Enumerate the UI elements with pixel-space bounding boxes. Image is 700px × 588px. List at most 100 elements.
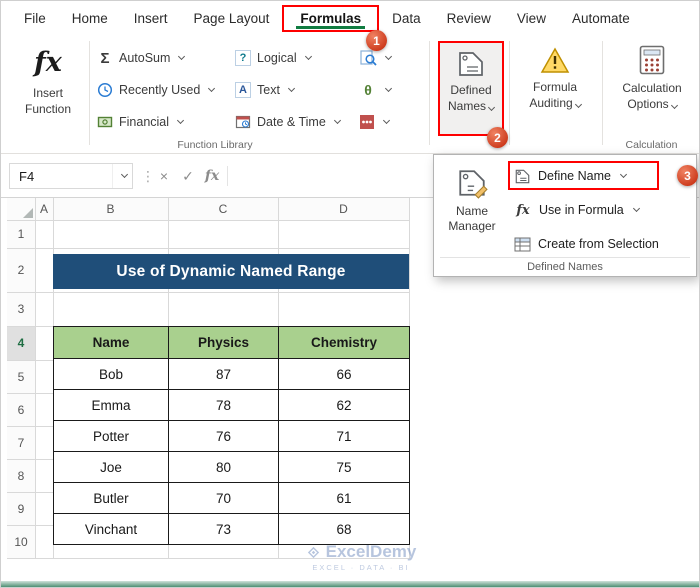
cell-chemistry[interactable]: 61 [278, 482, 410, 514]
math-trig-button[interactable]: θ [359, 76, 409, 104]
row-header-6[interactable]: 6 [7, 393, 35, 426]
row-header-8[interactable]: 8 [7, 459, 35, 492]
cell-physics[interactable]: 70 [168, 482, 279, 514]
name-tag-icon [515, 169, 530, 183]
defined-names-button[interactable]: Defined Names [438, 41, 504, 136]
financial-button[interactable]: Financial [97, 108, 227, 136]
autosum-button[interactable]: Σ AutoSum [97, 44, 227, 72]
name-box[interactable]: F4 [9, 163, 133, 189]
ribbon: fx Insert Function Σ AutoSum Recently Us… [1, 35, 699, 154]
table-row: Potter 76 71 [53, 420, 410, 452]
chevron-down-icon [384, 52, 393, 61]
row-header-10[interactable]: 10 [7, 525, 35, 558]
tab-review[interactable]: Review [434, 5, 504, 32]
text-button[interactable]: A Text [235, 76, 351, 104]
tab-automate[interactable]: Automate [559, 5, 643, 32]
insert-function-fx-button[interactable]: fx [201, 163, 223, 189]
cell-name[interactable]: Vinchant [53, 513, 169, 545]
cancel-button[interactable]: × [153, 163, 175, 189]
date-time-button[interactable]: Date & Time [235, 108, 351, 136]
cell-name[interactable]: Bob [53, 358, 169, 390]
use-in-formula-item[interactable]: fx Use in Formula [514, 197, 640, 223]
callout-step-2: 2 [487, 127, 508, 148]
defined-names-group-label: Defined Names [527, 261, 603, 273]
row-header-2[interactable]: 2 [7, 248, 35, 292]
name-manager-icon [459, 170, 488, 199]
cell-name[interactable]: Butler [53, 482, 169, 514]
insert-function-button[interactable]: fx Insert Function [13, 43, 83, 117]
ribbon-tab-bar: File Home Insert Page Layout Formulas Da… [1, 1, 699, 35]
tab-formulas[interactable]: Formulas [282, 4, 380, 32]
calculator-icon [639, 45, 665, 75]
select-all-corner[interactable] [7, 198, 35, 220]
defined-names-label: Defined Names [440, 83, 502, 114]
cell-physics[interactable]: 78 [168, 389, 279, 421]
title-banner[interactable]: Use of Dynamic Named Range [53, 254, 409, 289]
banknote-icon [97, 116, 113, 128]
tab-insert[interactable]: Insert [121, 5, 181, 32]
financial-label: Financial [119, 115, 170, 129]
calculation-options-button[interactable]: Calculation Options [609, 45, 695, 112]
more-functions-icon [360, 115, 374, 129]
create-from-selection-item[interactable]: Create from Selection [514, 231, 659, 257]
row-header-5[interactable]: 5 [7, 360, 35, 393]
row-header-7[interactable]: 7 [7, 426, 35, 459]
cell-physics[interactable]: 87 [168, 358, 279, 390]
row-header-4[interactable]: 4 [7, 326, 35, 360]
table-header-physics[interactable]: Physics [168, 326, 279, 359]
row-header-9[interactable]: 9 [7, 492, 35, 525]
cell-physics[interactable]: 73 [168, 513, 279, 545]
tab-file[interactable]: File [11, 5, 59, 32]
cell-physics[interactable]: 80 [168, 451, 279, 483]
chevron-down-icon [487, 103, 496, 111]
table-row: Bob 87 66 [53, 358, 410, 390]
chevron-down-icon [208, 84, 216, 93]
cell-name[interactable]: Potter [53, 420, 169, 452]
column-header-a[interactable]: A [35, 198, 53, 220]
chevron-down-icon [670, 101, 678, 109]
group-separator [509, 41, 510, 145]
cell-name[interactable]: Joe [53, 451, 169, 483]
more-functions-button[interactable] [359, 108, 409, 136]
chevron-down-icon [178, 52, 186, 61]
logical-button[interactable]: ? Logical [235, 44, 351, 72]
cell-chemistry[interactable]: 75 [278, 451, 410, 483]
tab-data[interactable]: Data [379, 5, 434, 32]
lookup-reference-button[interactable] [359, 44, 409, 72]
recently-used-button[interactable]: Recently Used [97, 76, 227, 104]
table-header-chemistry[interactable]: Chemistry [278, 326, 410, 359]
calculation-group-label: Calculation [625, 139, 678, 151]
cell-physics[interactable]: 76 [168, 420, 279, 452]
name-box-dropdown[interactable] [112, 164, 132, 188]
cell-chemistry[interactable]: 68 [278, 513, 410, 545]
cell-chemistry[interactable]: 66 [278, 358, 410, 390]
enter-button[interactable]: ✓ [177, 163, 199, 189]
create-from-selection-label: Create from Selection [538, 237, 659, 251]
chevron-down-icon [574, 100, 582, 108]
tab-formulas-label: Formulas [300, 10, 362, 26]
column-header-d[interactable]: D [278, 198, 409, 220]
row-header-3[interactable]: 3 [7, 292, 35, 326]
cell-chemistry[interactable]: 62 [278, 389, 410, 421]
cell-chemistry[interactable]: 71 [278, 420, 410, 452]
tab-view[interactable]: View [504, 5, 559, 32]
cell-name[interactable]: Emma [53, 389, 169, 421]
recently-used-label: Recently Used [119, 83, 201, 97]
chevron-down-icon [632, 204, 640, 213]
tab-page-layout[interactable]: Page Layout [181, 5, 283, 32]
callout-step-1: 1 [366, 30, 387, 51]
exceldemy-logo-icon [307, 546, 319, 558]
column-header-b[interactable]: B [53, 198, 168, 220]
formula-auditing-button[interactable]: Formula Auditing [515, 47, 595, 111]
chevron-down-icon [120, 170, 128, 179]
table-header-name[interactable]: Name [53, 326, 169, 359]
column-header-c[interactable]: C [168, 198, 278, 220]
name-manager-button[interactable]: Name Manager [439, 159, 505, 272]
row-header-1[interactable]: 1 [7, 220, 35, 248]
gridline [7, 220, 409, 221]
clock-icon [97, 82, 113, 98]
chevron-down-icon [384, 84, 393, 93]
define-name-item[interactable]: Define Name [514, 163, 627, 189]
theta-icon: θ [364, 82, 372, 98]
tab-home[interactable]: Home [59, 5, 121, 32]
